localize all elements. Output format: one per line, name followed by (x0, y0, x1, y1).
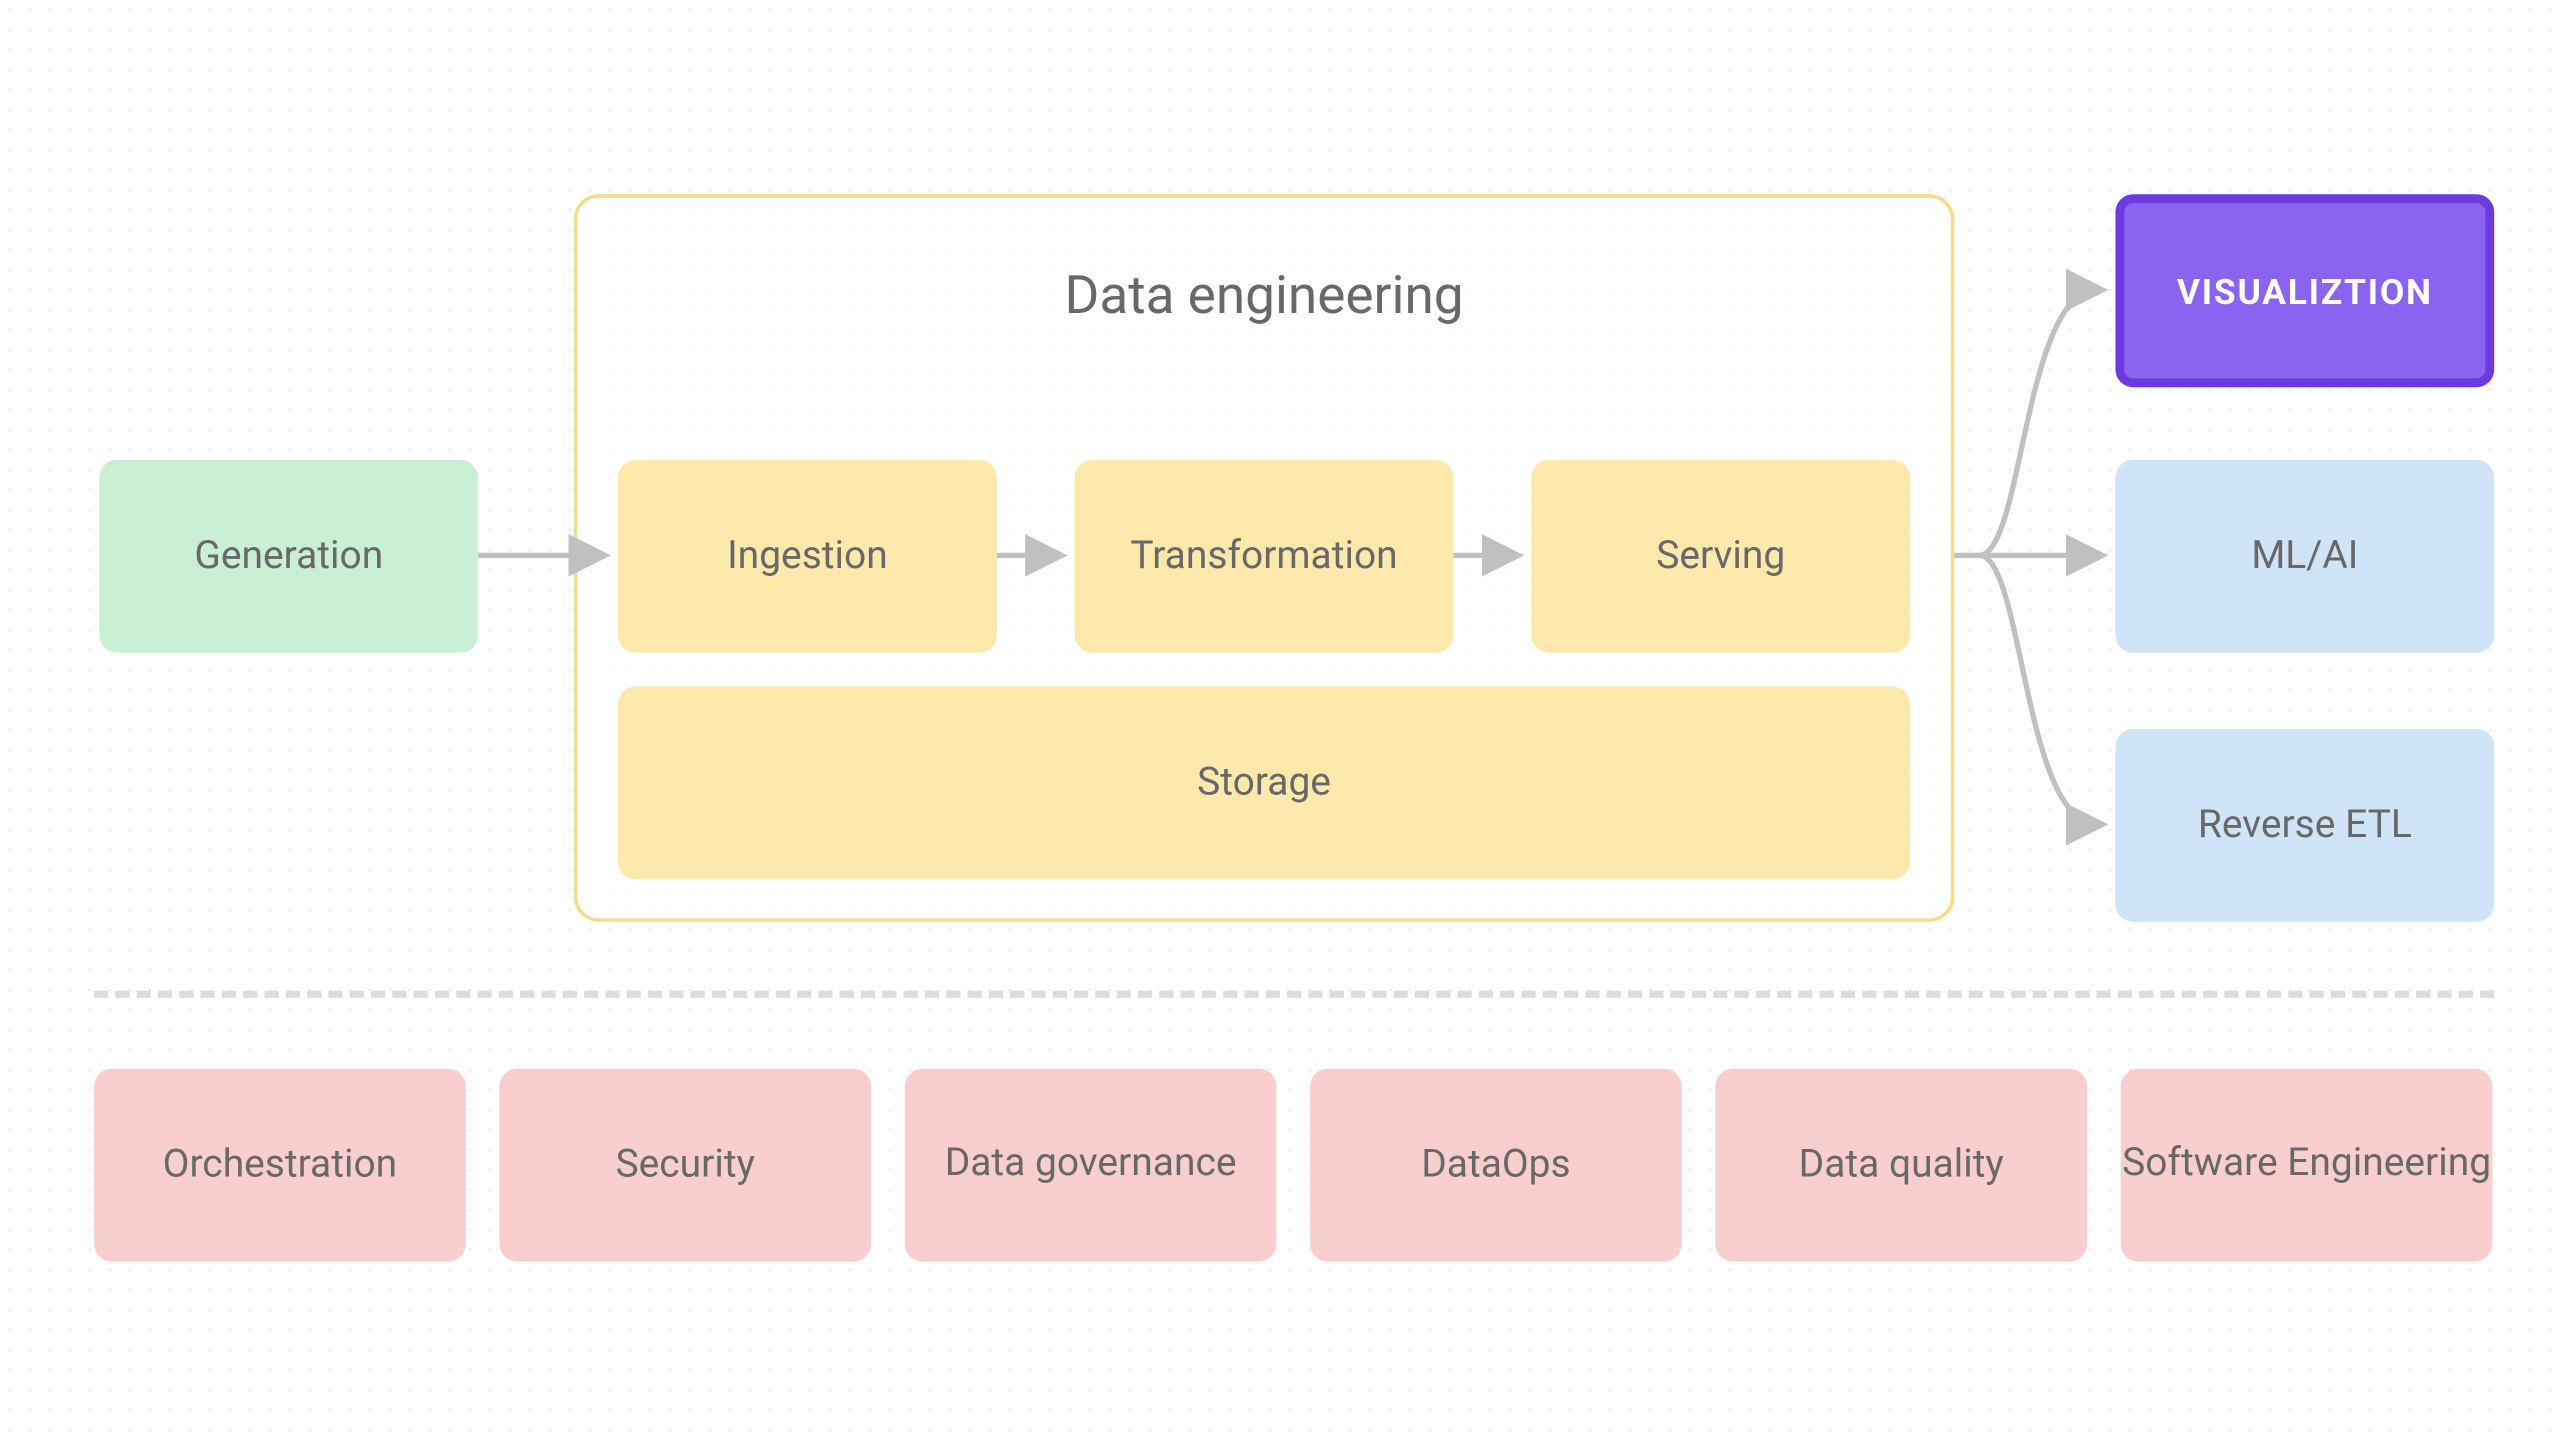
diagram-canvas: Generation Data engineering Ingestion Tr… (6, 3, 2555, 1437)
software-engineering-label: Software Engineering (2122, 1140, 2491, 1191)
data-governance-label: Data governance (945, 1140, 1237, 1191)
security-box: Security (499, 1069, 871, 1262)
ingestion-label: Ingestion (727, 534, 888, 578)
ml-ai-box: ML/AI (2115, 460, 2494, 653)
dataops-label: DataOps (1421, 1143, 1570, 1187)
ingestion-box: Ingestion (618, 460, 997, 653)
arrow-serving-reverseetl (1979, 555, 2098, 824)
reverse-etl-label: Reverse ETL (2198, 803, 2412, 847)
visualization-label: VISUALIZTION (2177, 270, 2433, 312)
orchestration-label: Orchestration (163, 1143, 397, 1187)
generation-box: Generation (99, 460, 478, 653)
orchestration-box: Orchestration (94, 1069, 466, 1262)
data-quality-label: Data quality (1799, 1143, 2004, 1187)
arrow-serving-visualization (1979, 290, 2098, 556)
security-label: Security (616, 1143, 755, 1187)
ml-ai-label: ML/AI (2251, 534, 2358, 578)
storage-label: Storage (1197, 761, 1331, 805)
data-engineering-title: Data engineering (1065, 265, 1464, 327)
reverse-etl-box: Reverse ETL (2115, 729, 2494, 922)
separator-line (94, 991, 2494, 998)
dataops-box: DataOps (1310, 1069, 1682, 1262)
visualization-box: VISUALIZTION (2115, 194, 2494, 387)
generation-label: Generation (194, 534, 383, 578)
transformation-label: Transformation (1130, 534, 1397, 578)
serving-label: Serving (1656, 534, 1785, 578)
storage-box: Storage (618, 686, 1910, 879)
software-engineering-box: Software Engineering (2121, 1069, 2493, 1262)
data-quality-box: Data quality (1715, 1069, 2087, 1262)
serving-box: Serving (1531, 460, 1910, 653)
transformation-box: Transformation (1075, 460, 1454, 653)
data-governance-box: Data governance (905, 1069, 1277, 1262)
